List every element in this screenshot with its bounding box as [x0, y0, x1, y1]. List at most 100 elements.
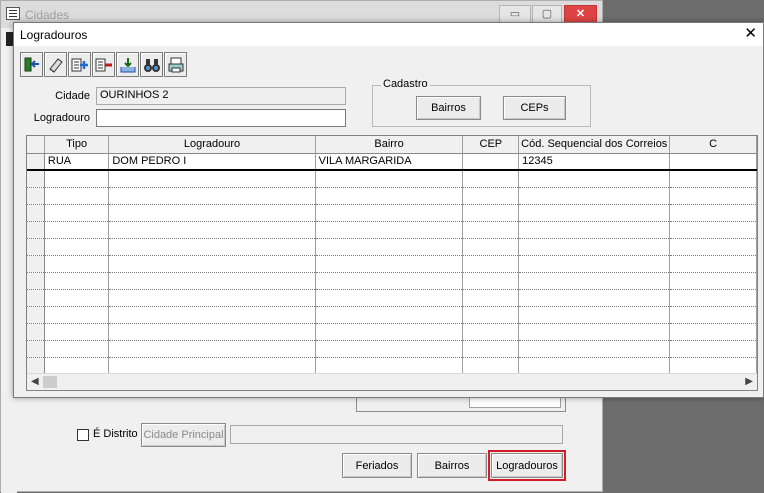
cidade-principal-field[interactable]	[230, 425, 563, 444]
table-cell[interactable]	[108, 323, 316, 341]
table-row[interactable]	[27, 272, 757, 290]
row-indicator[interactable]	[27, 289, 45, 307]
table-cell[interactable]	[462, 272, 520, 290]
distrito-checkbox[interactable]	[77, 429, 89, 441]
row-indicator[interactable]	[27, 357, 45, 375]
table-cell[interactable]: RUA	[44, 152, 110, 171]
table-cell[interactable]	[518, 357, 671, 375]
table-cell[interactable]	[315, 306, 464, 324]
table-cell[interactable]	[518, 289, 671, 307]
row-indicator[interactable]	[27, 221, 45, 239]
table-cell[interactable]	[462, 204, 520, 222]
table-cell[interactable]	[669, 238, 757, 256]
table-cell[interactable]	[108, 204, 316, 222]
table-row[interactable]	[27, 357, 757, 375]
scroll-thumb[interactable]	[43, 376, 57, 388]
table-row[interactable]	[27, 340, 757, 358]
table-cell[interactable]	[315, 221, 464, 239]
maximize-button[interactable]: ▢	[532, 5, 562, 23]
scroll-left-icon[interactable]: ◀	[31, 376, 39, 387]
scroll-right-icon[interactable]: ▶	[745, 376, 753, 387]
table-cell[interactable]	[315, 170, 464, 188]
column-header[interactable]: Bairro	[315, 136, 464, 154]
table-cell[interactable]	[669, 357, 757, 375]
cadastro-ceps-button[interactable]: CEPs	[503, 96, 566, 120]
table-cell[interactable]	[518, 221, 671, 239]
table-cell[interactable]	[462, 323, 520, 341]
remove-record-icon[interactable]	[92, 52, 115, 77]
add-record-icon[interactable]	[68, 52, 91, 77]
table-cell[interactable]	[108, 340, 316, 358]
table-cell[interactable]	[462, 255, 520, 273]
table-cell[interactable]	[315, 204, 464, 222]
logradouros-grid[interactable]: Tipo Logradouro Bairro CEP Cód. Sequencial d…	[26, 135, 758, 391]
table-cell[interactable]	[315, 255, 464, 273]
table-cell[interactable]	[108, 255, 316, 273]
table-cell[interactable]	[44, 289, 110, 307]
import-icon[interactable]	[116, 52, 139, 77]
row-indicator[interactable]	[27, 323, 45, 341]
table-cell[interactable]	[518, 272, 671, 290]
table-cell[interactable]	[462, 306, 520, 324]
table-cell[interactable]	[669, 272, 757, 290]
table-cell[interactable]	[518, 238, 671, 256]
exit-icon[interactable]	[20, 52, 43, 77]
row-indicator[interactable]	[27, 152, 45, 171]
table-cell[interactable]: VILA MARGARIDA	[315, 152, 464, 171]
table-cell[interactable]	[44, 221, 110, 239]
column-header[interactable]: Logradouro	[108, 136, 316, 154]
table-row[interactable]: RUA DOM PEDRO I VILA MARGARIDA 12345	[27, 152, 757, 171]
table-cell[interactable]	[44, 204, 110, 222]
cidade-principal-button[interactable]: Cidade Principal	[141, 423, 226, 447]
table-cell[interactable]	[462, 170, 520, 188]
table-cell[interactable]	[44, 272, 110, 290]
table-cell[interactable]	[44, 255, 110, 273]
table-cell[interactable]	[315, 323, 464, 341]
logradouros-button[interactable]: Logradouros	[488, 450, 566, 481]
row-indicator[interactable]	[27, 306, 45, 324]
table-row[interactable]	[27, 187, 757, 205]
table-cell[interactable]	[44, 187, 110, 205]
table-cell[interactable]	[315, 357, 464, 375]
table-cell[interactable]	[518, 323, 671, 341]
row-indicator[interactable]	[27, 340, 45, 358]
table-cell[interactable]	[108, 238, 316, 256]
table-cell[interactable]	[108, 306, 316, 324]
print-icon[interactable]	[164, 52, 187, 77]
table-cell[interactable]	[44, 340, 110, 358]
table-cell[interactable]	[44, 357, 110, 375]
bairros-button[interactable]: Bairros	[417, 453, 487, 478]
table-cell[interactable]	[462, 357, 520, 375]
cadastro-bairros-button[interactable]: Bairros	[416, 96, 481, 120]
table-cell[interactable]	[44, 306, 110, 324]
table-cell[interactable]	[669, 204, 757, 222]
table-row[interactable]	[27, 170, 757, 188]
dialog-close-button[interactable]: ✕	[744, 25, 757, 43]
table-cell[interactable]	[315, 272, 464, 290]
table-cell[interactable]	[315, 238, 464, 256]
table-cell[interactable]	[669, 221, 757, 239]
horizontal-scrollbar[interactable]: ◀ ▶	[27, 373, 757, 390]
table-cell[interactable]	[669, 323, 757, 341]
column-header[interactable]: CEP	[462, 136, 520, 154]
logradouro-search-input[interactable]	[96, 109, 346, 127]
table-cell[interactable]	[518, 170, 671, 188]
table-cell[interactable]	[108, 289, 316, 307]
table-cell[interactable]	[44, 323, 110, 341]
close-button[interactable]: ✕	[564, 5, 597, 23]
row-indicator[interactable]	[27, 187, 45, 205]
table-cell[interactable]	[669, 340, 757, 358]
table-cell[interactable]	[518, 255, 671, 273]
table-cell[interactable]	[669, 306, 757, 324]
table-cell[interactable]	[462, 238, 520, 256]
table-cell[interactable]	[669, 152, 757, 171]
table-cell[interactable]	[462, 187, 520, 205]
table-row[interactable]	[27, 289, 757, 307]
column-header[interactable]: Tipo	[44, 136, 110, 154]
table-cell[interactable]	[315, 289, 464, 307]
table-row[interactable]	[27, 238, 757, 256]
table-cell[interactable]	[108, 272, 316, 290]
row-indicator[interactable]	[27, 272, 45, 290]
table-row[interactable]	[27, 221, 757, 239]
row-indicator[interactable]	[27, 255, 45, 273]
